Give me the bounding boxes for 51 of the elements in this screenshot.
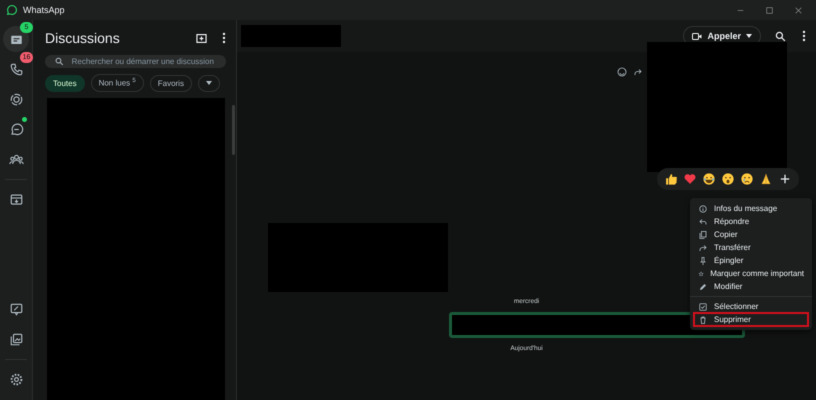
forward-icon xyxy=(698,242,708,252)
heart-emoji-icon[interactable] xyxy=(683,172,697,186)
more-filters-button[interactable] xyxy=(198,74,220,92)
menu-item[interactable]: Infos du message xyxy=(690,202,812,215)
settings-icon xyxy=(8,372,24,386)
sad-emoji-icon[interactable] xyxy=(740,172,754,186)
star-icon xyxy=(698,268,704,278)
speech-bubble-icon xyxy=(8,122,24,136)
screen-icon xyxy=(8,302,24,316)
pin-icon xyxy=(698,256,708,266)
forward-icon[interactable] xyxy=(633,67,643,77)
menu-item[interactable]: Épingler xyxy=(690,254,812,267)
menu-item[interactable]: Sélectionner xyxy=(690,300,812,313)
laughing-emoji-icon[interactable] xyxy=(702,172,716,186)
ring-icon xyxy=(8,92,24,106)
menu-item[interactable]: Supprimer xyxy=(694,313,808,326)
panel-title: Discussions xyxy=(45,30,121,46)
select-icon xyxy=(698,302,708,312)
maximize-icon[interactable] xyxy=(766,6,773,14)
new-chat-icon[interactable] xyxy=(195,32,208,44)
edit-icon xyxy=(698,282,708,292)
caret-icon xyxy=(206,81,212,86)
app-logo-icon xyxy=(6,4,17,16)
filter-chip[interactable]: Toutes xyxy=(45,74,85,92)
info-icon xyxy=(698,204,708,214)
caret-icon xyxy=(746,34,752,38)
plus-icon[interactable] xyxy=(778,172,792,186)
surprised-emoji-icon[interactable] xyxy=(721,172,735,186)
menu-icon[interactable] xyxy=(222,32,226,44)
menu-icon[interactable] xyxy=(802,30,806,42)
menu-item[interactable]: Copier xyxy=(690,228,812,241)
smiley-icon[interactable] xyxy=(617,67,627,77)
filter-chip[interactable]: Favoris xyxy=(150,74,192,92)
menu-item[interactable]: Modifier xyxy=(690,280,812,293)
window-title: WhatsApp xyxy=(23,5,65,15)
menu-item[interactable]: Marquer comme important xyxy=(690,267,812,280)
reply-icon xyxy=(698,216,708,226)
images-icon xyxy=(8,332,24,346)
search-icon[interactable] xyxy=(775,30,786,42)
close-icon[interactable] xyxy=(795,6,802,14)
menu-item[interactable]: Transférer xyxy=(690,241,812,254)
search-icon xyxy=(55,57,64,66)
menu-item[interactable]: Répondre xyxy=(690,215,812,228)
phone-icon xyxy=(8,62,24,76)
search-field[interactable]: Rechercher ou démarrer une discussion xyxy=(45,55,226,68)
video-camera-icon xyxy=(692,32,702,40)
delete-icon xyxy=(698,314,708,324)
thumbs-up-emoji-icon[interactable] xyxy=(664,172,678,186)
filter-chip[interactable]: Non lues $^{5}$ xyxy=(90,74,144,92)
archive-icon xyxy=(8,192,24,206)
copy-icon xyxy=(698,230,708,240)
